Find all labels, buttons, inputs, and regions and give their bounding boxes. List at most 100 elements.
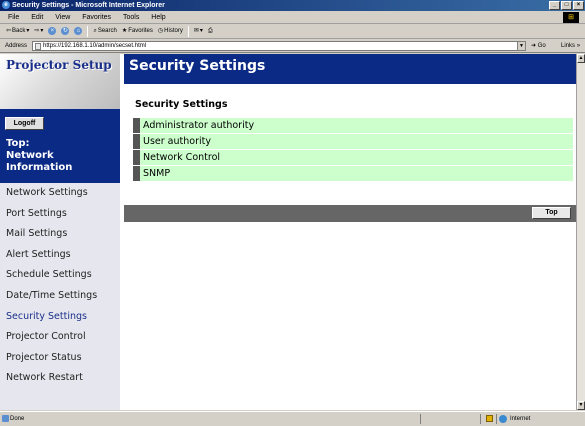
status-bar: Done Internet [0,411,585,425]
sidebar-item-port-settings[interactable]: Port Settings [0,204,120,225]
menu-item-marker [133,134,140,149]
toolbar: ⇦ Back ▾ ⇨ ▾ × ↻ ⌂ ⌕ Search ★ Favorites … [0,24,585,39]
address-url: https://192.168.1.10/admin/secset.html [43,43,147,49]
sidebar: Projector Setup Logoff Top: Network Info… [0,54,120,410]
page-icon [35,43,41,50]
address-input[interactable]: https://192.168.1.10/admin/secset.html [32,41,522,51]
address-label: Address [5,43,28,49]
address-dropdown-button[interactable]: ▼ [517,41,526,51]
menu-edit[interactable]: Edit [31,14,43,21]
lock-icon [486,415,493,422]
links-button[interactable]: Links » [561,39,580,53]
go-arrow-icon: ➜ [531,43,537,49]
menu-item-marker [133,150,140,165]
settings-menu: Administrator authority User authority N… [133,118,573,182]
home-icon[interactable]: ⌂ [74,27,83,35]
top-label-line: Network [6,150,54,161]
bottom-bar: Top [124,205,576,222]
window-controls: _ □ × [549,1,584,10]
go-label: Go [537,43,546,49]
chevron-down-icon: ▾ [199,27,203,34]
toolbar-separator [87,25,89,37]
history-label: History [164,27,183,34]
search-label: Search [97,27,117,34]
chevron-right-icon: » [576,43,581,49]
logoff-button[interactable]: Logoff [5,117,44,130]
scroll-up-arrow-icon[interactable]: ▲ [577,54,585,63]
sidebar-item-network-settings[interactable]: Network Settings [0,183,120,204]
top-label-line: Top: [6,138,30,149]
sidebar-header: Projector Setup [0,54,120,109]
refresh-icon[interactable]: ↻ [61,27,70,35]
stop-icon[interactable]: × [48,27,57,35]
window-title: Security Settings - Microsoft Internet E… [12,2,165,9]
search-button[interactable]: ⌕ Search [93,24,116,39]
status-separator [496,414,497,424]
favorites-label: Favorites [128,27,153,34]
toolbar-separator [187,25,189,37]
menu-item-snmp[interactable]: SNMP [133,166,573,181]
address-bar: Address https://192.168.1.10/admin/secse… [0,39,585,53]
menu-favorites[interactable]: Favorites [82,14,111,21]
menu-file[interactable]: File [8,14,19,21]
favorites-button[interactable]: ★ Favorites [122,24,153,39]
menu-item-user-authority[interactable]: User authority [133,134,573,149]
back-label: Back [12,27,26,34]
menu-item-label: Administrator authority [140,118,573,133]
top-button[interactable]: Top [532,207,571,219]
print-icon: ⎙ [207,27,213,34]
back-arrow-icon: ⇦ [6,27,12,34]
maximize-button[interactable]: □ [561,1,572,10]
sidebar-item-schedule-settings[interactable]: Schedule Settings [0,265,120,286]
menu-view[interactable]: View [55,14,70,21]
status-separator [420,414,421,424]
menu-item-label: SNMP [140,166,573,181]
print-button[interactable]: ⎙ [208,24,213,39]
sidebar-nav: Network Settings Port Settings Mail Sett… [0,183,120,389]
app-title: Projector Setup [6,58,112,72]
menu-item-marker [133,118,140,133]
sidebar-item-mail-settings[interactable]: Mail Settings [0,224,120,245]
menu-item-administrator-authority[interactable]: Administrator authority [133,118,573,133]
back-button[interactable]: ⇦ Back ▾ [6,24,29,39]
sidebar-item-projector-control[interactable]: Projector Control [0,327,120,348]
chevron-down-icon: ▾ [26,27,30,34]
ie-icon: e [2,1,10,9]
sidebar-item-date-time-settings[interactable]: Date/Time Settings [0,286,120,307]
status-separator [480,414,481,424]
menu-item-marker [133,166,140,181]
history-icon: ◷ [157,27,164,34]
menu-item-network-control[interactable]: Network Control [133,150,573,165]
mail-button[interactable]: ✉ ▾ [194,24,203,39]
sidebar-item-security-settings[interactable]: Security Settings [0,307,120,328]
forward-arrow-icon: ⇨ [34,27,40,34]
title-bar: e Security Settings - Microsoft Internet… [0,0,585,11]
top-label-line: Information [6,162,73,173]
chevron-down-icon: ▾ [40,27,44,34]
close-button[interactable]: × [573,1,584,10]
sidebar-item-projector-status[interactable]: Projector Status [0,348,120,369]
search-icon: ⌕ [93,27,97,34]
sidebar-item-alert-settings[interactable]: Alert Settings [0,245,120,266]
scroll-down-arrow-icon[interactable]: ▼ [577,401,585,410]
favorites-icon: ★ [121,27,128,34]
menu-tools[interactable]: Tools [123,14,139,21]
section-title: Security Settings [135,99,228,110]
go-button[interactable]: ➜ Go [531,39,546,53]
mail-icon: ✉ [193,27,199,34]
windows-logo-icon: ⊞ [563,12,579,23]
menu-item-label: Network Control [140,150,573,165]
forward-button[interactable]: ⇨ ▾ [34,24,43,39]
links-label: Links [561,43,576,49]
page-content: Projector Setup Logoff Top: Network Info… [0,54,576,410]
menu-help[interactable]: Help [151,14,165,21]
top-network-information-link[interactable]: Top: Network Information [6,138,72,174]
minimize-button[interactable]: _ [549,1,560,10]
page-title: Security Settings [124,54,576,84]
menu-item-label: User authority [140,134,573,149]
vertical-scrollbar[interactable]: ▲ ▼ [576,54,585,410]
history-button[interactable]: ◷ History [158,24,183,39]
status-text: Done [10,416,25,422]
sidebar-item-network-restart[interactable]: Network Restart [0,368,120,389]
page-done-icon [2,415,9,422]
